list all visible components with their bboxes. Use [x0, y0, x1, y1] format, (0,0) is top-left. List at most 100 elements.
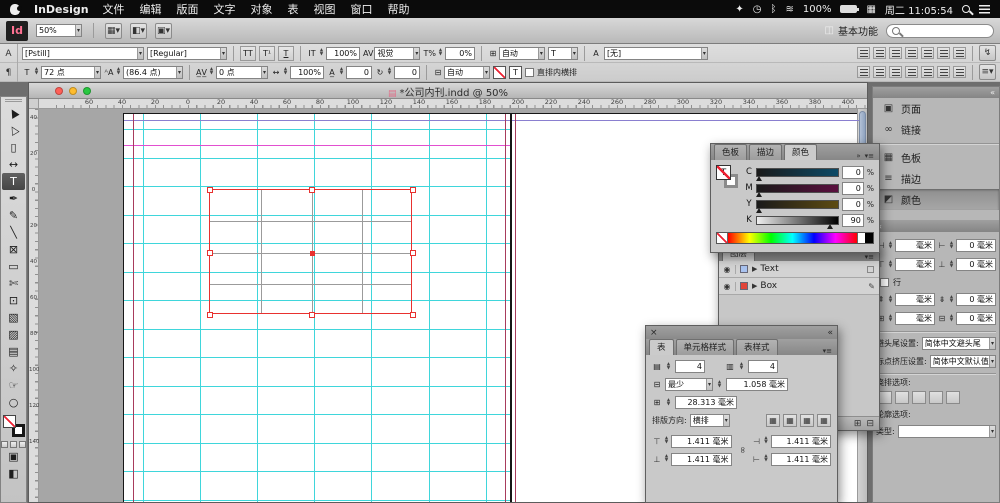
dock-item-swatches[interactable]: ▦ 色板: [873, 147, 999, 168]
yellow-slider[interactable]: [756, 199, 839, 213]
layer-row-text[interactable]: ◉ ▶ Text: [719, 261, 879, 278]
vertical-scale-stepper[interactable]: [318, 47, 325, 60]
row-height-mode-select[interactable]: 最少 ▾: [665, 378, 713, 391]
grid-align-select[interactable]: 自动 ▾: [498, 46, 545, 60]
apple-menu-icon[interactable]: [10, 3, 22, 15]
justify-center-button[interactable]: [921, 47, 934, 59]
black-slider-thumb[interactable]: [826, 223, 833, 229]
close-panel-icon[interactable]: ×: [650, 328, 658, 338]
ruler-guide-magenta[interactable]: [124, 145, 510, 146]
visibility-eye-icon[interactable]: ◉: [719, 264, 736, 274]
ruler-guide-horizontal[interactable]: [124, 158, 510, 159]
panel-menu-button[interactable]: ≡▾: [979, 64, 996, 80]
horizontal-scale-field[interactable]: 100%: [289, 65, 324, 79]
kerning-select[interactable]: 视觉 ▾: [374, 46, 421, 60]
note-tool[interactable]: ▤: [2, 343, 25, 360]
line-tool[interactable]: ╲: [2, 224, 25, 241]
page-tool[interactable]: ▯: [2, 139, 25, 156]
superscript-button[interactable]: T¹: [259, 45, 275, 61]
menu-item-2[interactable]: 版面: [177, 1, 199, 17]
column-width-field[interactable]: 28.313 毫米: [675, 396, 737, 409]
horizontal-ruler[interactable]: 60 40 20 0 20 40 60 80 100 120 140 160 180 200 220 240 2…: [39, 99, 867, 109]
cyan-slider-thumb[interactable]: [756, 175, 762, 181]
menu-item-6[interactable]: 视图: [314, 1, 336, 17]
para-align-center-button[interactable]: [873, 66, 886, 78]
indent-right-button[interactable]: [937, 66, 950, 78]
screen-mode-toggle[interactable]: ◧: [2, 465, 25, 482]
align-left-button[interactable]: [857, 47, 870, 59]
baseline-shift-field[interactable]: 0: [345, 65, 372, 79]
search-box[interactable]: [886, 23, 994, 38]
leading-stepper[interactable]: [115, 66, 122, 79]
menu-item-3[interactable]: 文字: [214, 1, 236, 17]
black-slider[interactable]: [756, 215, 839, 229]
layers-panel-menu-icon[interactable]: ▾≡: [865, 253, 874, 261]
inset-left-field[interactable]: 1.411 毫米: [770, 434, 831, 448]
justify-right-button[interactable]: [937, 47, 950, 59]
eyedropper-tool[interactable]: ✧: [2, 360, 25, 377]
tab-stroke[interactable]: 描边: [749, 144, 783, 160]
yellow-value-field[interactable]: 0: [841, 197, 864, 211]
character-style-select[interactable]: [无] ▾: [603, 46, 708, 60]
spotlight-icon[interactable]: [962, 5, 970, 13]
tracking-stepper[interactable]: [208, 66, 215, 79]
para-align-bottom-button[interactable]: [889, 66, 902, 78]
proportional-spacing-stepper[interactable]: [437, 47, 444, 60]
all-caps-button[interactable]: TT: [240, 45, 256, 61]
indesign-logo[interactable]: Id: [6, 20, 28, 41]
selection-handle[interactable]: [410, 249, 416, 256]
zoom-tool[interactable]: ○: [2, 394, 25, 411]
menu-item-5[interactable]: 表: [288, 1, 299, 17]
character-align-select[interactable]: T ▾: [547, 46, 578, 60]
wrap-jump-object-button[interactable]: [929, 391, 943, 404]
character-rotation-stepper[interactable]: [386, 66, 393, 79]
frame-tool[interactable]: ⊠: [2, 241, 25, 258]
menubar-clock[interactable]: 周二 11:05:54: [885, 2, 953, 17]
rows-stepper[interactable]: [665, 360, 672, 373]
tab-table[interactable]: 表: [649, 339, 674, 355]
row-height-stepper[interactable]: [716, 378, 723, 391]
columns-stepper[interactable]: [738, 360, 745, 373]
chain-link-icon[interactable]: ∞: [737, 442, 747, 458]
clock-icon[interactable]: ◷: [753, 4, 762, 15]
selection-handle[interactable]: [207, 312, 213, 318]
ruler-guide-violet[interactable]: [124, 120, 859, 121]
ruler-guide-horizontal[interactable]: [124, 329, 510, 330]
view-mode-button[interactable]: ▣: [2, 448, 25, 465]
magenta-slider[interactable]: [756, 183, 839, 197]
table-frame[interactable]: [207, 187, 416, 318]
grid-row-checkbox[interactable]: [880, 277, 889, 287]
expand-layer-icon[interactable]: ▶: [752, 265, 757, 273]
ruler-guide-horizontal[interactable]: [124, 471, 510, 472]
menu-item-8[interactable]: 帮助: [388, 1, 410, 17]
arrange-documents-button[interactable]: ▣▾: [155, 22, 172, 39]
stroke-none-swatch[interactable]: [492, 65, 506, 79]
inset-bottom-field[interactable]: 1.411 毫米: [671, 452, 732, 466]
grid-align-select-2[interactable]: 自动 ▾: [443, 65, 490, 79]
horizontal-scale-stepper[interactable]: [282, 66, 289, 79]
pencil-tool[interactable]: ✎: [2, 207, 25, 224]
align-center-button[interactable]: [873, 47, 886, 59]
zoom-level-select[interactable]: 50% ▾: [36, 24, 82, 37]
app-menu[interactable]: InDesign: [34, 3, 89, 16]
document-titlebar[interactable]: ▤ *公司内刊.indd @ 50%: [29, 83, 867, 99]
workspace-switcher[interactable]: ◫ 基本功能: [825, 23, 878, 38]
magenta-value-field[interactable]: 0: [841, 181, 864, 195]
selection-handle[interactable]: [410, 187, 416, 193]
tab-color[interactable]: 颜色: [784, 144, 818, 160]
justify-left-button[interactable]: [905, 47, 918, 59]
rectangle-tool[interactable]: ▭: [2, 258, 25, 275]
ruler-guide-horizontal[interactable]: [124, 386, 510, 387]
selection-handle[interactable]: [207, 187, 213, 193]
columns-field[interactable]: 4: [748, 360, 778, 373]
align-right-button[interactable]: [889, 47, 902, 59]
swap-fill-stroke-button[interactable]: [10, 441, 17, 448]
drop-cap-button[interactable]: [953, 66, 966, 78]
font-size-select[interactable]: 72 点 ▾: [41, 65, 101, 79]
hand-tool[interactable]: ☞: [2, 377, 25, 394]
wrap-object-shape-button[interactable]: [912, 391, 926, 404]
leading-select[interactable]: (86.4 点) ▾: [123, 65, 183, 79]
menu-item-0[interactable]: 文件: [103, 1, 125, 17]
new-layer-button[interactable]: ⊞: [854, 419, 862, 429]
tab-table-styles[interactable]: 表样式: [736, 339, 778, 355]
